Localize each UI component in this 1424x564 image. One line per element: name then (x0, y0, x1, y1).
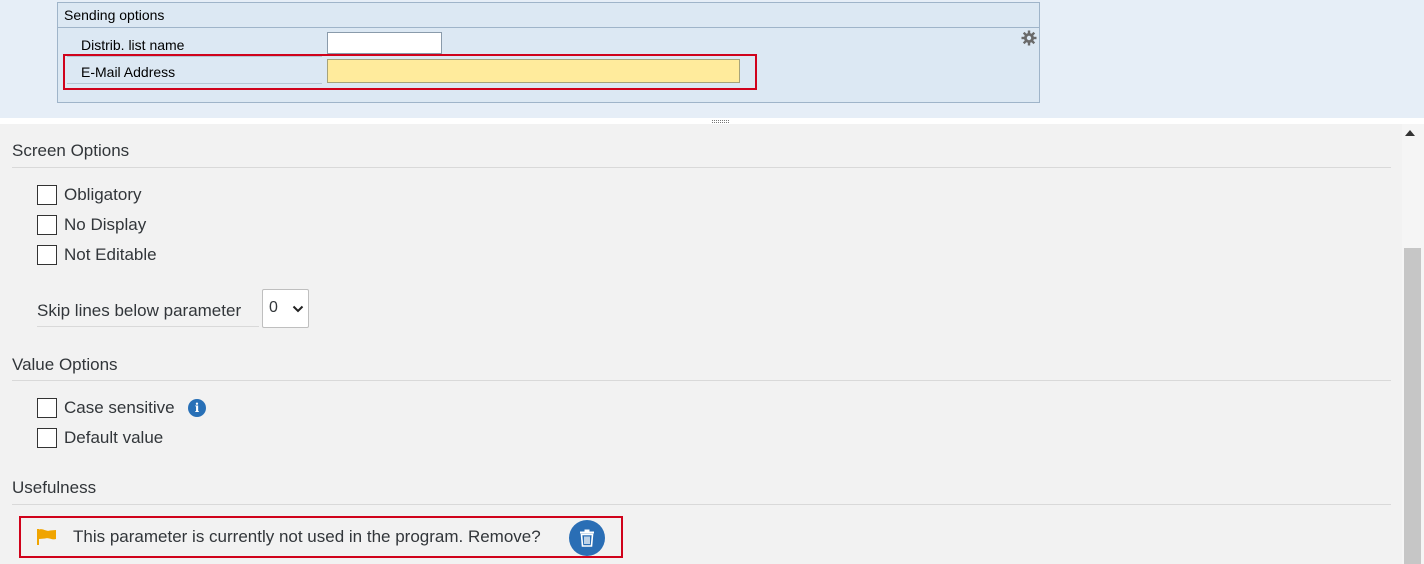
chevron-down-icon (292, 305, 304, 313)
value-options-title: Value Options (12, 355, 118, 374)
obligatory-checkbox[interactable] (37, 185, 57, 205)
scrollbar-thumb[interactable] (1404, 248, 1421, 564)
field-underline (37, 326, 259, 327)
obligatory-label: Obligatory (64, 185, 142, 204)
distrib-list-label: Distrib. list name (81, 37, 185, 53)
case-sensitive-checkbox[interactable] (37, 398, 57, 418)
parameter-settings-pane (0, 124, 1402, 564)
no-display-checkbox[interactable] (37, 215, 57, 235)
not-editable-checkbox[interactable] (37, 245, 57, 265)
section-divider (12, 380, 1391, 381)
info-icon[interactable]: i (188, 399, 206, 417)
scroll-up-arrow-icon[interactable] (1405, 130, 1415, 136)
distrib-list-input[interactable] (327, 32, 442, 54)
not-editable-label: Not Editable (64, 245, 157, 264)
default-value-label: Default value (64, 428, 164, 447)
group-title: Sending options (58, 3, 1039, 28)
skip-lines-value: 0 (269, 299, 278, 316)
gear-icon[interactable] (1021, 30, 1037, 46)
skip-lines-label: Skip lines below parameter (37, 301, 242, 320)
skip-lines-select[interactable]: 0 (262, 289, 309, 328)
usefulness-title: Usefulness (12, 478, 97, 497)
default-value-checkbox[interactable] (37, 428, 57, 448)
screen-options-title: Screen Options (12, 141, 130, 160)
splitter-grip[interactable] (712, 120, 729, 123)
case-sensitive-label: Case sensitive (64, 398, 175, 417)
usefulness-highlight (19, 516, 623, 558)
section-divider (12, 167, 1391, 168)
section-divider (12, 504, 1391, 505)
email-row-highlight (63, 54, 757, 90)
no-display-label: No Display (64, 215, 147, 234)
